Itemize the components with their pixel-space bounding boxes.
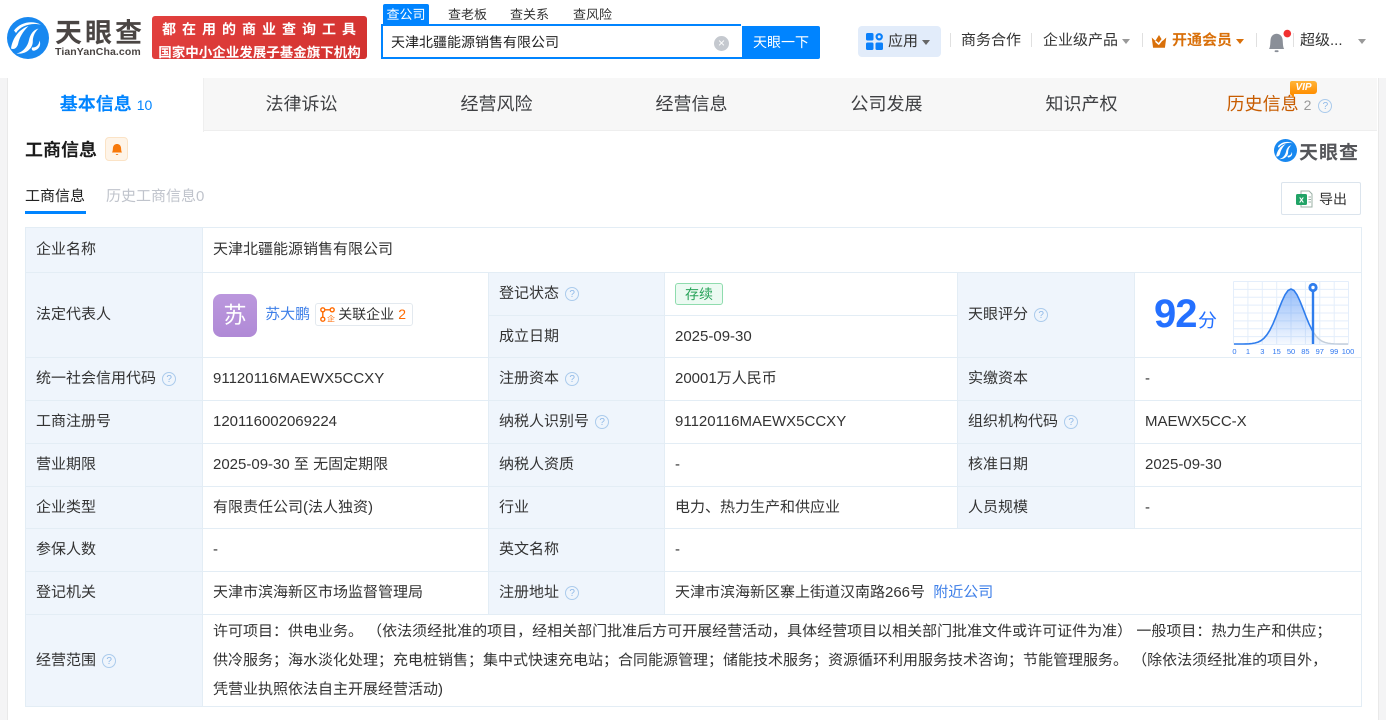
svg-text:100: 100: [1342, 347, 1354, 356]
svg-text:x: x: [1299, 195, 1304, 205]
svg-text:99: 99: [1330, 347, 1338, 356]
svg-text:1: 1: [1246, 347, 1250, 356]
svg-text:0: 0: [1232, 347, 1236, 356]
svg-text:85: 85: [1301, 347, 1309, 356]
svg-text:97: 97: [1316, 347, 1324, 356]
svg-text:企: 企: [327, 314, 335, 322]
svg-text:15: 15: [1273, 347, 1281, 356]
svg-text:50: 50: [1287, 347, 1295, 356]
svg-text:3: 3: [1260, 347, 1264, 356]
